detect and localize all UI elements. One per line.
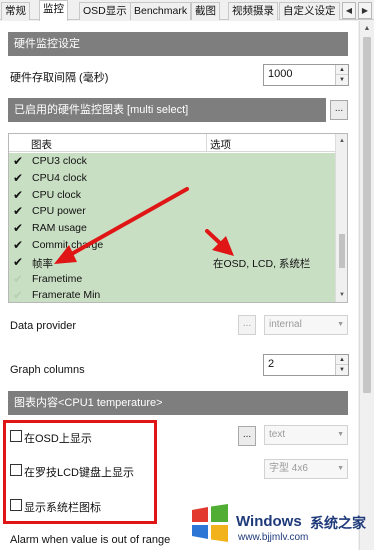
data-provider-value: internal bbox=[269, 319, 302, 330]
graph-list-row[interactable]: ✔ CPU clock bbox=[9, 187, 335, 204]
watermark-url: www.bjjmlv.com bbox=[238, 532, 309, 543]
check-icon[interactable]: ✔ bbox=[13, 204, 23, 218]
tab-general[interactable]: 常规 bbox=[1, 2, 30, 20]
list-scrollbar[interactable]: ▲ ▼ bbox=[335, 134, 347, 302]
osd-display-type-select[interactable]: text ▼ bbox=[264, 425, 348, 445]
check-icon[interactable]: ✔ bbox=[13, 188, 23, 202]
data-provider-select[interactable]: internal ▼ bbox=[264, 315, 348, 335]
tab-scroll-left-icon[interactable]: ◀ bbox=[342, 2, 356, 19]
lcd-font-value: 字型 4x6 bbox=[269, 463, 308, 474]
graph-properties-header: 图表内容<CPU1 temperature> bbox=[8, 391, 348, 415]
list-body: ✔ CPU3 clock ✔ CPU4 clock ✔ CPU clock ✔ CPU pow… bbox=[9, 153, 335, 302]
list-scroll-thumb[interactable] bbox=[339, 234, 345, 268]
column-graph[interactable]: 图表 bbox=[31, 137, 52, 152]
watermark: Windows 系统之家 www.bjjmlv.com bbox=[186, 496, 374, 550]
check-icon[interactable]: ✔ bbox=[13, 288, 23, 302]
data-provider-more-button[interactable]: ... bbox=[238, 315, 256, 335]
list-scroll-down-icon[interactable]: ▼ bbox=[336, 289, 347, 301]
column-options[interactable]: 选项 bbox=[210, 137, 231, 152]
data-provider-label: Data provider bbox=[10, 320, 77, 332]
graph-list-row[interactable]: ✔ Framerate Min bbox=[9, 287, 335, 302]
spin-up-icon[interactable]: ▲ bbox=[336, 355, 348, 365]
page-scrollbar[interactable]: ▲ bbox=[359, 21, 374, 550]
watermark-site-name: 系统之家 bbox=[310, 515, 366, 531]
hardware-settings-header: 硬件监控设定 bbox=[8, 32, 348, 56]
spin-down-icon[interactable]: ▼ bbox=[336, 365, 348, 375]
check-icon[interactable]: ✔ bbox=[13, 255, 23, 269]
spin-up-icon[interactable]: ▲ bbox=[336, 65, 348, 75]
chevron-down-icon: ▼ bbox=[337, 321, 344, 328]
graph-name: CPU clock bbox=[32, 188, 82, 201]
lcd-font-select[interactable]: 字型 4x6 ▼ bbox=[264, 459, 348, 479]
graph-list-row[interactable]: ✔ Frametime bbox=[9, 271, 335, 288]
chevron-down-icon: ▼ bbox=[337, 465, 344, 472]
tab-osd[interactable]: OSD显示 bbox=[79, 2, 131, 20]
graph-list-row[interactable]: ✔ CPU4 clock bbox=[9, 170, 335, 187]
alarm-label: Alarm when value is out of range bbox=[10, 534, 171, 546]
graph-list-row[interactable]: ✔ CPU3 clock bbox=[9, 153, 335, 170]
list-header: 图表 选项 bbox=[9, 134, 335, 152]
check-icon[interactable]: ✔ bbox=[13, 221, 23, 235]
scroll-up-icon[interactable]: ▲ bbox=[360, 23, 374, 35]
graph-list-row[interactable]: ✔ 帧率 在OSD, LCD, 系统栏 bbox=[9, 254, 335, 271]
column-divider bbox=[206, 134, 207, 152]
polling-interval-value: 1000 bbox=[268, 68, 293, 80]
windows-logo-icon bbox=[192, 504, 228, 542]
osd-display-type-value: text bbox=[269, 429, 286, 440]
polling-interval-spinbox[interactable]: 1000 ▲ ▼ bbox=[263, 64, 349, 86]
annotation-highlight-box bbox=[3, 420, 157, 524]
graph-name: Framerate Min bbox=[32, 289, 101, 302]
graph-list-row[interactable]: ✔ CPU power bbox=[9, 203, 335, 220]
graph-name: RAM usage bbox=[32, 222, 87, 235]
tab-monitoring[interactable]: 监控 bbox=[39, 0, 68, 21]
graph-list-row[interactable]: ✔ RAM usage bbox=[9, 220, 335, 237]
show-osd-more-button[interactable]: ... bbox=[238, 426, 256, 446]
spin-down-icon[interactable]: ▼ bbox=[336, 75, 348, 85]
page-scroll-thumb[interactable] bbox=[363, 37, 371, 393]
graph-options: 在OSD, LCD, 系统栏 bbox=[213, 257, 311, 270]
check-icon[interactable]: ✔ bbox=[13, 154, 23, 168]
graph-columns-label: Graph columns bbox=[10, 364, 85, 376]
tab-strip: 常规 监控 OSD显示 Benchmark 截图 视频摄录 自定义设定 ◀ ▶ bbox=[0, 0, 374, 21]
tab-screenshot[interactable]: 截图 bbox=[191, 2, 220, 20]
check-icon[interactable]: ✔ bbox=[13, 272, 23, 286]
chevron-down-icon: ▼ bbox=[337, 431, 344, 438]
polling-interval-label: 硬件存取间隔 (毫秒) bbox=[10, 72, 109, 84]
enabled-graphs-more-button[interactable]: ... bbox=[330, 100, 348, 120]
list-scroll-up-icon[interactable]: ▲ bbox=[336, 135, 347, 147]
enabled-graphs-list[interactable]: 图表 选项 ✔ CPU3 clock ✔ CPU4 clock ✔ CPU clock ✔ C… bbox=[8, 133, 348, 303]
tab-customize[interactable]: 自定义设定 bbox=[279, 2, 340, 20]
graph-name: Commit charge bbox=[32, 239, 104, 251]
graph-columns-stepper[interactable]: ▲ ▼ bbox=[335, 355, 348, 375]
check-icon[interactable]: ✔ bbox=[13, 238, 23, 252]
graph-name: 帧率 bbox=[32, 257, 53, 270]
graph-name: CPU power bbox=[32, 205, 86, 218]
check-icon[interactable]: ✔ bbox=[13, 171, 23, 185]
watermark-title: Windows bbox=[236, 513, 302, 530]
tab-scroll-right-icon[interactable]: ▶ bbox=[358, 2, 372, 19]
graph-name: CPU4 clock bbox=[32, 171, 87, 184]
tab-benchmark[interactable]: Benchmark bbox=[130, 2, 192, 20]
enabled-graphs-header: 已启用的硬件监控图表 [multi select] bbox=[8, 98, 326, 122]
graph-columns-spinbox[interactable]: 2 ▲ ▼ bbox=[263, 354, 349, 376]
polling-interval-stepper[interactable]: ▲ ▼ bbox=[335, 65, 348, 85]
graph-list-row[interactable]: ✔ Commit charge bbox=[9, 237, 335, 254]
tab-video-capture[interactable]: 视频摄录 bbox=[228, 2, 278, 20]
graph-columns-value: 2 bbox=[268, 358, 275, 370]
graph-name: Frametime bbox=[32, 272, 83, 285]
graph-name: CPU3 clock bbox=[32, 155, 87, 167]
